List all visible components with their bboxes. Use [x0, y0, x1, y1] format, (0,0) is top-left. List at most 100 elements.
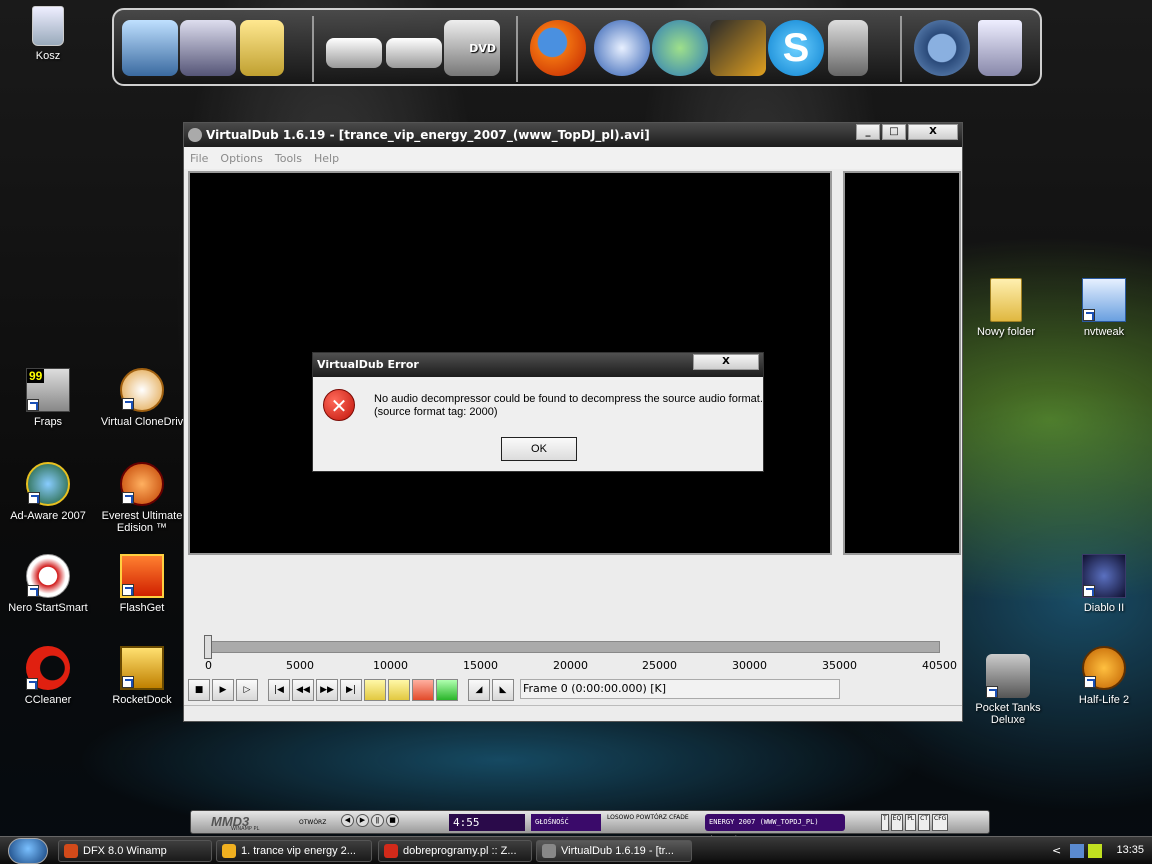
ok-button[interactable]: OK: [501, 437, 577, 461]
clock: 13:35: [1116, 844, 1144, 856]
mode-button[interactable]: CT: [918, 814, 931, 831]
repeat-toggle[interactable]: POWTÓRZ: [636, 814, 667, 831]
half-life-icon: [1082, 646, 1126, 690]
desktop-icon-rocketdock[interactable]: RocketDock: [94, 646, 190, 706]
drive-icon[interactable]: [326, 38, 382, 68]
tray-expand-icon[interactable]: <: [1052, 844, 1061, 857]
mode-button[interactable]: T: [881, 814, 889, 831]
status-bar: [184, 705, 962, 721]
volume-label[interactable]: GŁOŚNOŚĆ: [531, 814, 601, 831]
desktop-icon-pocket-tanks[interactable]: Pocket Tanks Deluxe: [960, 654, 1056, 726]
play-icon[interactable]: ▶: [356, 814, 369, 827]
mode-button[interactable]: CFG: [932, 814, 949, 831]
error-message-line: (source format tag: 2000): [374, 406, 498, 418]
desktop-icon-nvtweak[interactable]: nvtweak: [1056, 278, 1152, 338]
play-input-icon[interactable]: ▶: [212, 679, 234, 701]
playback-controls: ■ ▶ ▷ |◀ ◀◀ ▶▶ ▶| ◢ ◣: [188, 679, 516, 701]
start-button[interactable]: [8, 838, 48, 864]
network-icon[interactable]: [180, 20, 236, 76]
transport-controls: ◀ ▶ ǁ ■: [341, 814, 411, 831]
desktop-icon-ccleaner[interactable]: CCleaner: [0, 646, 96, 706]
random-toggle[interactable]: LOSOWO: [607, 814, 634, 831]
task-button[interactable]: dobreprogramy.pl :: Z...: [378, 840, 532, 862]
stop-icon[interactable]: ■: [386, 814, 399, 827]
stop-icon[interactable]: ■: [188, 679, 210, 701]
winamp-icon: [222, 844, 236, 858]
dialog-close-button[interactable]: X: [693, 354, 759, 370]
desktop-icon-kosz[interactable]: Kosz: [0, 6, 96, 62]
minimize-button[interactable]: _: [856, 124, 880, 140]
nvtweak-icon: [1082, 278, 1126, 322]
start-icon[interactable]: |◀: [268, 679, 290, 701]
desktop-icon-diablo[interactable]: Diablo II: [1056, 554, 1152, 614]
task-button[interactable]: DFX 8.0 Winamp: [58, 840, 212, 862]
desktop-icon-virtual-clonedrive[interactable]: Virtual CloneDriv: [94, 368, 190, 428]
desktop-icon-half-life[interactable]: Half-Life 2: [1056, 646, 1152, 706]
mode-button[interactable]: PL: [905, 814, 917, 831]
dock-separator: [900, 16, 902, 82]
next-keyframe-icon[interactable]: [388, 679, 410, 701]
back-icon[interactable]: ◀◀: [292, 679, 314, 701]
nvidia-icon[interactable]: [1088, 844, 1102, 858]
mark-out-icon[interactable]: ◣: [492, 679, 514, 701]
winamp-logo: MMD3 WINAMP PL: [211, 814, 260, 832]
task-button[interactable]: 1. trance vip energy 2...: [216, 840, 372, 862]
prev-icon[interactable]: ◀: [341, 814, 354, 827]
winamp-icon[interactable]: [710, 20, 766, 76]
desktop-icon-everest[interactable]: Everest Ultimate Edision ™: [94, 462, 190, 534]
paint-tools-icon[interactable]: [828, 20, 868, 76]
shortcut-arrow-icon: [986, 686, 998, 698]
forward-icon[interactable]: ▶▶: [316, 679, 338, 701]
mark-in-icon[interactable]: ◢: [468, 679, 490, 701]
recycle-bin-icon[interactable]: [978, 20, 1022, 76]
tick-label: 5000: [286, 659, 314, 672]
open-button[interactable]: OTWÓRZ: [299, 814, 335, 831]
tick-label: 35000: [822, 659, 857, 672]
fraps-icon: 99: [26, 368, 70, 412]
messenger-icon[interactable]: [652, 20, 708, 76]
prev-keyframe-icon[interactable]: [364, 679, 386, 701]
menu-options[interactable]: Options: [220, 152, 262, 165]
pause-icon[interactable]: ǁ: [371, 814, 384, 827]
next-scene-icon[interactable]: [436, 679, 458, 701]
desktop-icon-ad-aware[interactable]: Ad-Aware 2007: [0, 462, 96, 522]
firefox-icon[interactable]: [530, 20, 586, 76]
settings-gears-icon[interactable]: [914, 20, 970, 76]
shortcut-arrow-icon: [28, 492, 40, 504]
prev-scene-icon[interactable]: [412, 679, 434, 701]
drive-icon[interactable]: [386, 38, 442, 68]
end-icon[interactable]: ▶|: [340, 679, 362, 701]
dialog-titlebar[interactable]: VirtualDub Error X: [313, 353, 763, 377]
menu-bar: File Options Tools Help: [184, 147, 962, 169]
close-button[interactable]: X: [908, 124, 958, 140]
timeline-slider-thumb[interactable]: [204, 635, 212, 659]
computer-icon[interactable]: [122, 20, 178, 76]
shortcut-arrow-icon: [122, 584, 134, 596]
menu-tools[interactable]: Tools: [275, 152, 302, 165]
dvd-drive-icon[interactable]: DVD: [444, 20, 500, 76]
shortcut-arrow-icon: [27, 585, 39, 597]
menu-file[interactable]: File: [190, 152, 208, 165]
desktop-icon-nero[interactable]: Nero StartSmart: [0, 554, 96, 614]
menu-help[interactable]: Help: [314, 152, 339, 165]
network-icon[interactable]: [1070, 844, 1084, 858]
folder-icon: [990, 278, 1022, 322]
play-output-icon[interactable]: ▷: [236, 679, 258, 701]
desktop-icon-nowy-folder[interactable]: Nowy folder: [958, 278, 1054, 338]
virtual-clonedrive-icon: [120, 368, 164, 412]
maximize-button[interactable]: □: [882, 124, 906, 140]
skype-icon[interactable]: S: [768, 20, 824, 76]
crossfade-toggle[interactable]: CFADE: [669, 814, 689, 831]
thunderbird-icon[interactable]: [594, 20, 650, 76]
desktop-icon-flashget[interactable]: FlashGet: [94, 554, 190, 614]
opera-icon: [384, 844, 398, 858]
diablo-icon: [1082, 554, 1126, 598]
window-titlebar[interactable]: VirtualDub 1.6.19 - [trance_vip_energy_2…: [184, 123, 962, 147]
task-button-active[interactable]: VirtualDub 1.6.19 - [tr...: [536, 840, 692, 862]
desktop-icon-fraps[interactable]: 99 Fraps: [0, 368, 96, 428]
mode-button[interactable]: EQ: [890, 814, 904, 831]
folder-icon[interactable]: [240, 20, 284, 76]
shortcut-arrow-icon: [1083, 309, 1095, 321]
tick-label: 10000: [373, 659, 408, 672]
position-timeline[interactable]: [206, 641, 940, 653]
